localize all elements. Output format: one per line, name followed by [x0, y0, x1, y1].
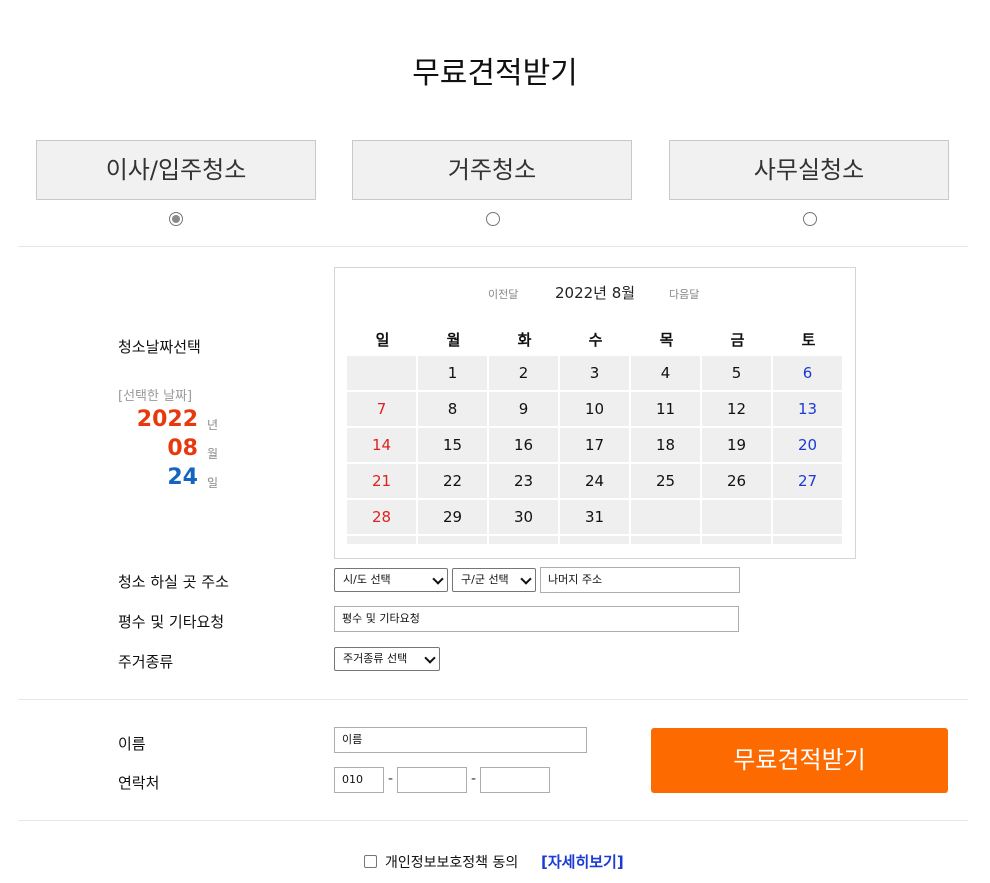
calendar-day[interactable]: 9	[489, 392, 558, 426]
sido-select[interactable]: 시/도 선택	[334, 568, 448, 592]
gugun-select-value: 구/군 선택	[461, 573, 509, 586]
calendar-day[interactable]: 17	[560, 428, 629, 462]
selected-date-caption: [선택한 날짜]	[118, 389, 193, 404]
calendar-day[interactable]: 21	[347, 464, 416, 498]
calendar-day[interactable]: 3	[560, 356, 629, 390]
address-detail-input[interactable]: 나머지 주소	[540, 567, 740, 593]
calendar-day[interactable]: 14	[347, 428, 416, 462]
phone-prefix-input[interactable]: 010	[334, 767, 384, 793]
phone-middle-input[interactable]	[397, 767, 467, 793]
prev-month-link[interactable]: 이전달	[488, 286, 518, 302]
calendar-day[interactable]: 8	[418, 392, 487, 426]
calendar-empty-cell	[631, 500, 700, 534]
calendar-day[interactable]: 28	[347, 500, 416, 534]
calendar-day[interactable]: 24	[560, 464, 629, 498]
calendar-tail	[347, 536, 844, 544]
weekday-header: 일 월 화 수 목 금 토	[347, 324, 844, 356]
calendar: 이전달 2022년 8월 다음달 일 월 화 수 목 금 토 123456789…	[334, 267, 856, 559]
sido-select-value: 시/도 선택	[343, 573, 391, 586]
privacy-detail-link[interactable]: [자세히보기]	[541, 851, 624, 872]
phone-label: 연락처	[118, 774, 160, 792]
calendar-day[interactable]: 12	[702, 392, 771, 426]
selected-month: 08	[167, 436, 198, 461]
housing-label: 주거종류	[118, 653, 174, 671]
calendar-day[interactable]: 26	[702, 464, 771, 498]
next-month-link[interactable]: 다음달	[669, 286, 699, 302]
calendar-grid: 일 월 화 수 목 금 토 1 2 3 4 5 6 7 8 9 10 11 12 13 14 15 16 17 1…	[347, 324, 844, 544]
privacy-agree-label: 개인정보보호정책 동의	[385, 855, 519, 871]
selected-day: 24	[167, 465, 198, 490]
gugun-select[interactable]: 구/군 선택	[452, 568, 536, 592]
calendar-day[interactable]: 2	[489, 356, 558, 390]
calendar-day[interactable]: 18	[631, 428, 700, 462]
calendar-day[interactable]: 11	[631, 392, 700, 426]
divider	[18, 699, 968, 700]
chevron-down-icon	[432, 573, 444, 585]
name-label: 이름	[118, 735, 146, 753]
calendar-day[interactable]: 1	[418, 356, 487, 390]
calendar-day[interactable]: 25	[631, 464, 700, 498]
weekday-thu: 목	[659, 331, 674, 349]
request-label: 평수 및 기타요청	[118, 613, 225, 631]
phone-dash: -	[388, 771, 394, 787]
calendar-empty-cell	[773, 500, 842, 534]
weekday-tue: 화	[517, 331, 532, 349]
weekday-fri: 금	[730, 331, 745, 349]
radio-office-cleaning[interactable]	[803, 212, 817, 226]
radio-move-in-cleaning[interactable]	[169, 212, 183, 226]
calendar-empty-cell	[702, 500, 771, 534]
request-input[interactable]: 평수 및 기타요청	[334, 606, 739, 632]
divider	[18, 246, 968, 247]
radio-home-cleaning[interactable]	[486, 212, 500, 226]
calendar-day[interactable]: 10	[560, 392, 629, 426]
submit-quote-button[interactable]: 무료견적받기	[651, 728, 948, 793]
calendar-day[interactable]: 15	[418, 428, 487, 462]
tab-office-cleaning[interactable]: 사무실청소	[669, 140, 949, 200]
calendar-day[interactable]: 23	[489, 464, 558, 498]
calendar-empty-cell	[347, 356, 416, 390]
address-label: 청소 하실 곳 주소	[118, 573, 229, 591]
calendar-day[interactable]: 16	[489, 428, 558, 462]
year-unit: 년	[207, 418, 219, 432]
selected-year: 2022	[136, 407, 198, 432]
chevron-down-icon	[424, 652, 436, 664]
calendar-day[interactable]: 22	[418, 464, 487, 498]
phone-last-input[interactable]	[480, 767, 550, 793]
date-label: 청소날짜선택	[118, 338, 201, 356]
month-unit: 월	[207, 447, 219, 461]
calendar-day[interactable]: 7	[347, 392, 416, 426]
chevron-down-icon	[520, 573, 532, 585]
calendar-week: 14 15 16 17 18 19 20	[347, 428, 844, 464]
calendar-day[interactable]: 27	[773, 464, 842, 498]
calendar-day[interactable]: 20	[773, 428, 842, 462]
housing-select[interactable]: 주거종류 선택	[334, 647, 440, 671]
divider	[18, 820, 968, 821]
day-unit: 일	[207, 476, 219, 490]
weekday-sun: 일	[375, 331, 390, 349]
tab-home-cleaning[interactable]: 거주청소	[352, 140, 632, 200]
calendar-week: 123456	[347, 356, 844, 392]
housing-select-value: 주거종류 선택	[343, 652, 408, 665]
calendar-day[interactable]: 29	[418, 500, 487, 534]
calendar-day[interactable]: 13	[773, 392, 842, 426]
name-input[interactable]: 이름	[334, 727, 587, 753]
tab-move-in-cleaning[interactable]: 이사/입주청소	[36, 140, 316, 200]
calendar-week: 28 29 30 31	[347, 500, 844, 536]
calendar-week: 21 22 23 24 25 26 27	[347, 464, 844, 500]
calendar-title: 2022년 8월	[555, 284, 636, 302]
weekday-mon: 월	[446, 331, 461, 349]
calendar-day[interactable]: 4	[631, 356, 700, 390]
phone-dash: -	[471, 771, 477, 787]
calendar-day[interactable]: 5	[702, 356, 771, 390]
weekday-wed: 수	[588, 331, 603, 349]
calendar-week: 7 8 9 10 11 12 13	[347, 392, 844, 428]
calendar-day[interactable]: 31	[560, 500, 629, 534]
privacy-agree-checkbox[interactable]	[364, 855, 377, 868]
weekday-sat: 토	[801, 331, 816, 349]
calendar-day[interactable]: 19	[702, 428, 771, 462]
calendar-day[interactable]: 6	[773, 356, 842, 390]
page-title: 무료견적받기	[412, 56, 578, 91]
calendar-day[interactable]: 30	[489, 500, 558, 534]
